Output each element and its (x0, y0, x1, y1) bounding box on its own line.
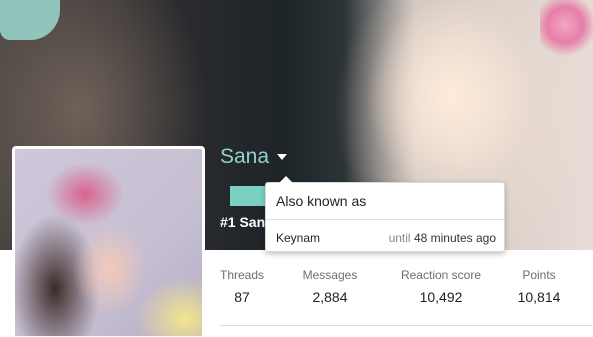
username[interactable]: Sana (220, 145, 269, 169)
tooltip-title: Also known as (276, 193, 367, 209)
stat-label: Threads (219, 268, 265, 282)
tooltip-arrow (279, 176, 293, 183)
stat-threads[interactable]: Threads 87 (218, 268, 266, 305)
stats-bar: Threads 87 Messages 2,884 Reaction score… (218, 268, 590, 314)
user-title-badge (230, 186, 270, 206)
stat-points[interactable]: Points 10,814 (514, 268, 564, 305)
tooltip-divider (266, 219, 504, 220)
chevron-down-icon[interactable] (277, 154, 288, 160)
stat-label: Points (522, 268, 556, 282)
aka-until: until 48 minutes ago (389, 231, 496, 245)
stat-messages[interactable]: Messages 2,884 (298, 268, 362, 305)
aka-until-time: 48 minutes ago (413, 231, 496, 245)
stat-value[interactable]: 10,814 (514, 289, 564, 305)
username-row[interactable]: Sana (220, 145, 288, 169)
banner-flower-decoration (540, 0, 593, 60)
user-rank: #1 Sana (220, 214, 266, 230)
aka-until-prefix: until (388, 231, 411, 245)
avatar[interactable] (12, 146, 205, 337)
banner-bow-decoration (0, 0, 60, 40)
stat-value[interactable]: 10,492 (394, 289, 488, 305)
stats-divider (220, 325, 592, 326)
aka-name: Keynam (276, 231, 321, 245)
stat-value[interactable]: 87 (218, 289, 266, 305)
aka-tooltip: Also known as Keynam until 48 minutes ag… (265, 176, 505, 252)
stat-label: Messages (302, 268, 358, 282)
stat-label: Reaction score (400, 268, 482, 282)
stat-reaction-score[interactable]: Reaction score 10,492 (394, 268, 488, 305)
stat-value[interactable]: 2,884 (298, 289, 362, 305)
